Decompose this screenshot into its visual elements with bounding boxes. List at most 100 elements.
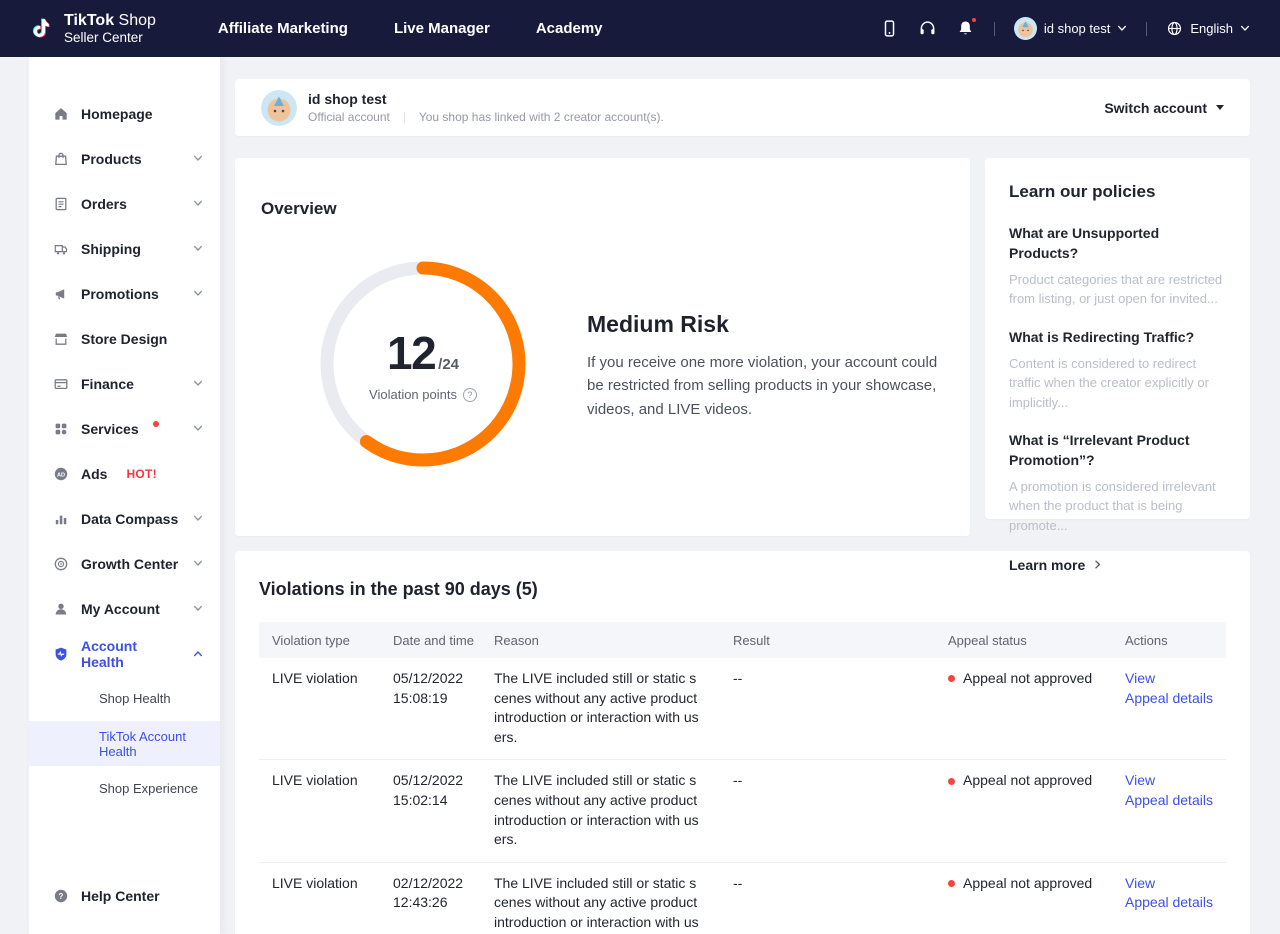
sidebar-item-ads[interactable]: AD Ads HOT! (29, 451, 220, 496)
col-appeal-status: Appeal status (948, 633, 1125, 648)
policies-card: Learn our policies What are Unsupported … (985, 158, 1250, 519)
sidebar-subitem-tiktok-account-health[interactable]: TikTok Account Health (29, 721, 220, 766)
nav-academy[interactable]: Academy (536, 20, 603, 37)
policy-item-desc: A promotion is considered irrelevant whe… (1009, 477, 1226, 535)
policy-item-desc: Product categories that are restricted f… (1009, 270, 1226, 308)
violations-title: Violations in the past 90 days (5) (259, 579, 1226, 600)
policy-item-title: What is “Irrelevant Product Promotion”? (1009, 431, 1226, 470)
official-account-badge: Official account (308, 110, 390, 124)
violation-time: 15:02:14 (393, 791, 494, 811)
policy-item[interactable]: What are Unsupported Products? Product c… (1009, 224, 1226, 309)
sidebar-item-data-compass[interactable]: Data Compass (29, 496, 220, 541)
account-name: id shop test (1044, 21, 1111, 36)
switch-account-button[interactable]: Switch account (1104, 100, 1224, 116)
language-selector[interactable]: English (1166, 20, 1250, 37)
sidebar-item-label: Orders (81, 196, 127, 212)
policy-item[interactable]: What is “Irrelevant Product Promotion”? … (1009, 431, 1226, 535)
notifications-bell-icon[interactable] (956, 19, 975, 38)
shop-info: id shop test Official account You shop h… (308, 91, 664, 124)
sidebar-subitem-shop-health[interactable]: Shop Health (29, 676, 220, 721)
chevron-down-icon (1240, 25, 1250, 32)
violation-datetime: 02/12/2022 12:43:26 (393, 874, 494, 934)
services-grid-icon (53, 421, 69, 437)
violation-type: LIVE violation (272, 669, 393, 747)
policy-item-title: What are Unsupported Products? (1009, 224, 1226, 263)
sidebar-item-label: Growth Center (81, 556, 178, 572)
sidebar-item-label: Products (81, 151, 142, 167)
violation-row: LIVE violation 02/12/2022 12:43:26 The L… (259, 863, 1226, 934)
sidebar-item-label: Promotions (81, 286, 159, 302)
overview-card: Overview 12 /24 Violation points (235, 158, 970, 536)
policy-item-title: What is Redirecting Traffic? (1009, 328, 1226, 348)
logo-brand: TikTok (64, 12, 114, 29)
col-date-time: Date and time (393, 633, 494, 648)
sidebar-item-promotions[interactable]: Promotions (29, 271, 220, 316)
learn-more-link[interactable]: Learn more (1009, 557, 1103, 573)
view-link[interactable]: View (1125, 669, 1226, 689)
shipping-truck-icon (53, 241, 69, 257)
products-bag-icon (53, 151, 69, 167)
logo-subtitle: Seller Center (64, 30, 156, 46)
sidebar-subitem-label: Shop Health (99, 691, 171, 706)
appeal-details-link[interactable]: Appeal details (1125, 791, 1226, 811)
violation-points-value: 12 (387, 326, 435, 380)
appeal-details-link[interactable]: Appeal details (1125, 893, 1226, 913)
view-link[interactable]: View (1125, 874, 1226, 894)
violation-result: -- (733, 874, 948, 934)
info-icon[interactable] (463, 388, 477, 402)
promotions-megaphone-icon (53, 286, 69, 302)
appeal-status: Appeal not approved (948, 874, 1125, 894)
sidebar-item-my-account[interactable]: My Account (29, 586, 220, 631)
nav-live-manager[interactable]: Live Manager (394, 20, 490, 37)
overview-title: Overview (261, 199, 337, 219)
tiktok-shop-logo[interactable]: TikTok Shop Seller Center (30, 12, 156, 46)
status-dot (948, 675, 955, 682)
sidebar-item-help-center[interactable]: ? Help Center (29, 873, 220, 918)
violation-reason: The LIVE included still or static scenes… (494, 771, 733, 849)
sidebar-item-homepage[interactable]: Homepage (29, 91, 220, 136)
tiktok-note-icon (30, 15, 55, 43)
chevron-down-icon (193, 425, 203, 432)
violation-actions: View Appeal details (1125, 771, 1226, 849)
col-actions: Actions (1125, 633, 1226, 648)
sidebar-item-label: Ads (81, 466, 107, 482)
shop-name: id shop test (308, 91, 664, 107)
chevron-down-icon (193, 380, 203, 387)
top-navbar: TikTok Shop Seller Center Affiliate Mark… (0, 0, 1280, 57)
sidebar-item-label: Homepage (81, 106, 153, 122)
home-icon (53, 106, 69, 122)
sidebar-item-account-health[interactable]: Account Health (29, 631, 220, 676)
sidebar-item-growth-center[interactable]: Growth Center (29, 541, 220, 586)
mobile-app-icon[interactable] (880, 19, 899, 38)
switch-account-label: Switch account (1104, 100, 1207, 116)
sidebar-subitem-shop-experience[interactable]: Shop Experience (29, 766, 220, 811)
language-label: English (1190, 21, 1233, 36)
violation-type: LIVE violation (272, 771, 393, 849)
appeal-status-label: Appeal not approved (963, 874, 1092, 894)
sidebar-item-orders[interactable]: Orders (29, 181, 220, 226)
status-dot (948, 880, 955, 887)
violation-points-label: Violation points (369, 387, 457, 402)
account-menu[interactable]: id shop test (1014, 17, 1128, 40)
violation-datetime: 05/12/2022 15:08:19 (393, 669, 494, 747)
violation-date: 05/12/2022 (393, 771, 494, 791)
sidebar-item-products[interactable]: Products (29, 136, 220, 181)
violation-points-max: /24 (438, 356, 459, 373)
violation-row: LIVE violation 05/12/2022 15:08:19 The L… (259, 658, 1226, 760)
risk-summary: Medium Risk If you receive one more viol… (587, 311, 942, 421)
sidebar-item-finance[interactable]: Finance (29, 361, 220, 406)
sidebar-item-shipping[interactable]: Shipping (29, 226, 220, 271)
view-link[interactable]: View (1125, 771, 1226, 791)
appeal-details-link[interactable]: Appeal details (1125, 689, 1226, 709)
user-icon (53, 601, 69, 617)
support-headset-icon[interactable] (918, 19, 937, 38)
sidebar-item-store-design[interactable]: Store Design (29, 316, 220, 361)
linked-accounts-text: You shop has linked with 2 creator accou… (419, 110, 664, 124)
logo-text: TikTok Shop Seller Center (64, 12, 156, 46)
sidebar-item-services[interactable]: Services (29, 406, 220, 451)
policy-item[interactable]: What is Redirecting Traffic? Content is … (1009, 328, 1226, 412)
ads-icon: AD (53, 466, 69, 482)
sidebar-item-label: Help Center (81, 888, 160, 904)
chevron-down-icon (193, 245, 203, 252)
nav-affiliate-marketing[interactable]: Affiliate Marketing (218, 20, 348, 37)
